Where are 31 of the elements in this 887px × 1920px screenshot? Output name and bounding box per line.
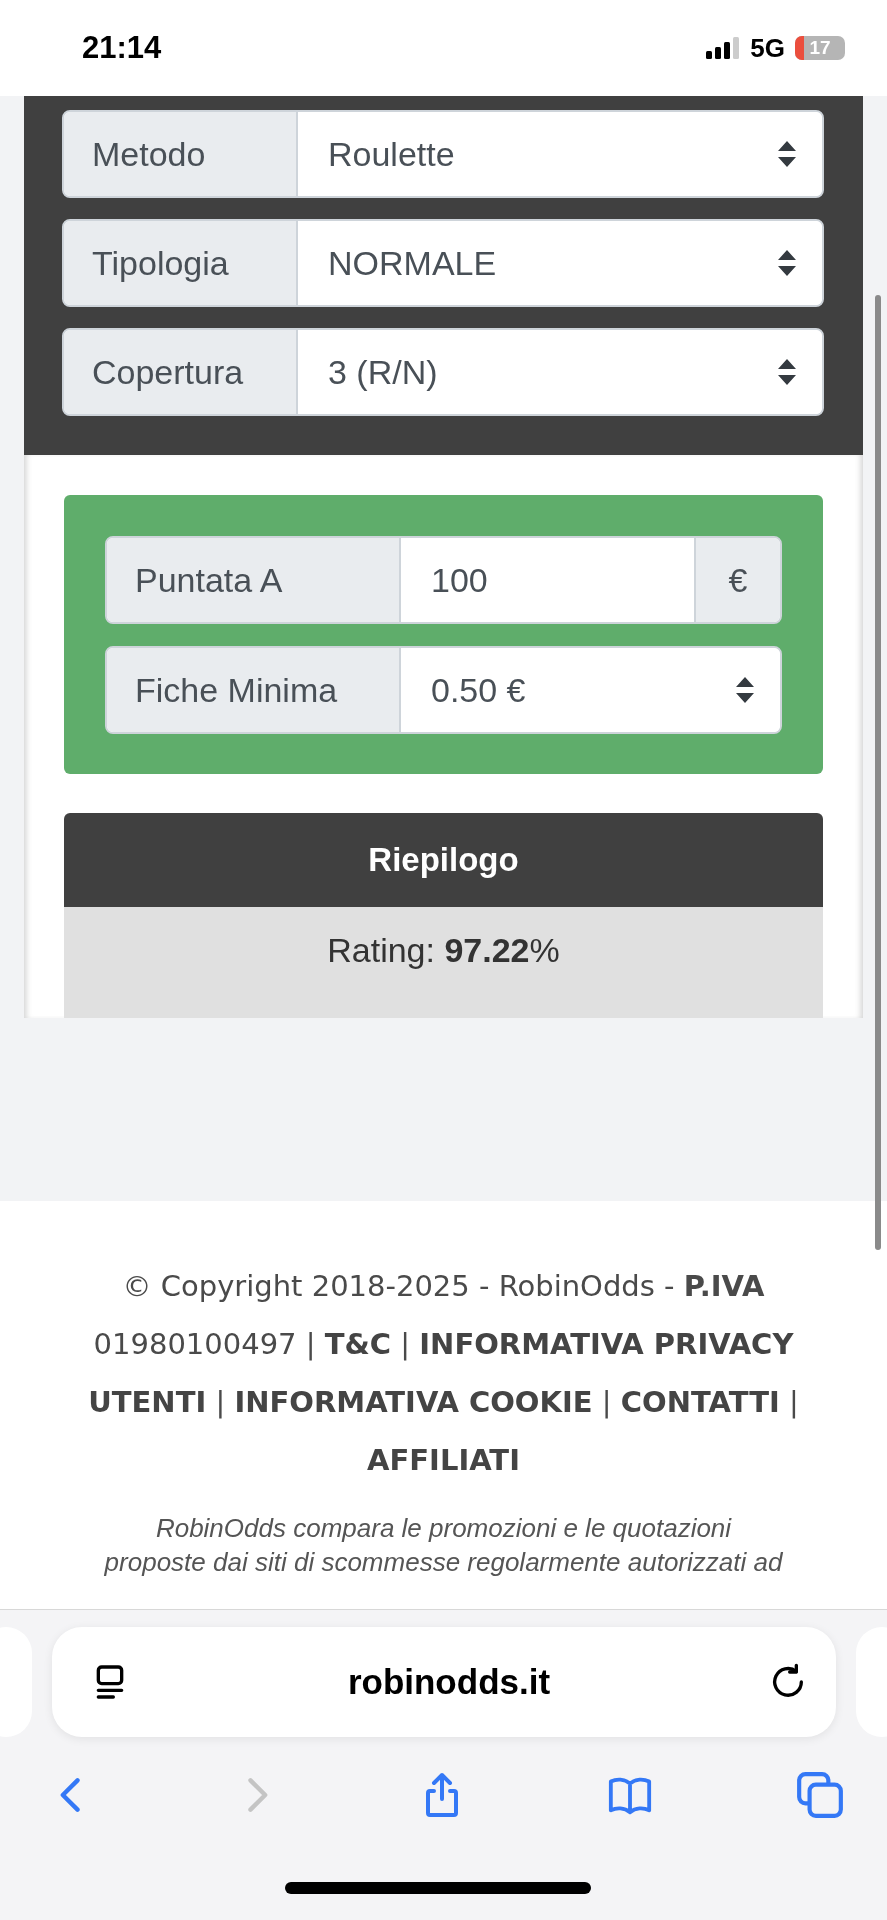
- field-label: Metodo: [64, 112, 298, 196]
- copyright-text: © Copyright 2018-2025 - RobinOdds - P.IVA 01980100497 | T&C | INFORMATIVA PRIVACY UTENTI | INFORMATIVA COOKIE | CONTATTI | AFFILIATI: [87, 1268, 800, 1479]
- select-value: 3 (R/N): [328, 352, 438, 392]
- field-label: Tipologia: [64, 221, 298, 305]
- currency-addon: €: [694, 538, 780, 622]
- battery-icon: 17: [795, 36, 845, 60]
- rating-text: Rating: 97.22%: [327, 931, 560, 970]
- url-text: robinodds.it: [347, 1662, 551, 1702]
- sort-icon: [778, 359, 796, 385]
- select-value: Roulette: [328, 134, 455, 174]
- network-label: 5G: [750, 32, 785, 64]
- tabs-icon: [795, 1770, 845, 1820]
- sort-icon: [736, 677, 754, 703]
- disclaimer-text: RobinOdds compara le promozioni e le quotazioni proposte dai siti di scommesse regolarmente autorizzati ad: [103, 1512, 784, 1579]
- input-field[interactable]: Puntata A 100 €: [105, 536, 782, 624]
- field-label: Fiche Minima: [107, 648, 401, 732]
- sort-icon: [778, 250, 796, 276]
- select-value: 0.50 €: [431, 670, 526, 710]
- sort-icon: [778, 141, 796, 167]
- select-value: NORMALE: [328, 243, 497, 283]
- signal-icon: [706, 37, 741, 59]
- select-field[interactable]: Copertura 3 (R/N): [62, 328, 824, 416]
- field-label: Puntata A: [107, 538, 401, 622]
- scrollbar[interactable]: [875, 295, 881, 1250]
- clock-time: 21:14: [82, 30, 162, 66]
- select-field[interactable]: Tipologia NORMALE: [62, 219, 824, 307]
- select-field[interactable]: Fiche Minima 0.50 €: [105, 646, 782, 734]
- summary-header: Riepilogo: [64, 813, 823, 907]
- address-bar[interactable]: robinodds.it: [52, 1627, 836, 1737]
- select-field[interactable]: Metodo Roulette: [62, 110, 824, 198]
- field-label: Copertura: [64, 330, 298, 414]
